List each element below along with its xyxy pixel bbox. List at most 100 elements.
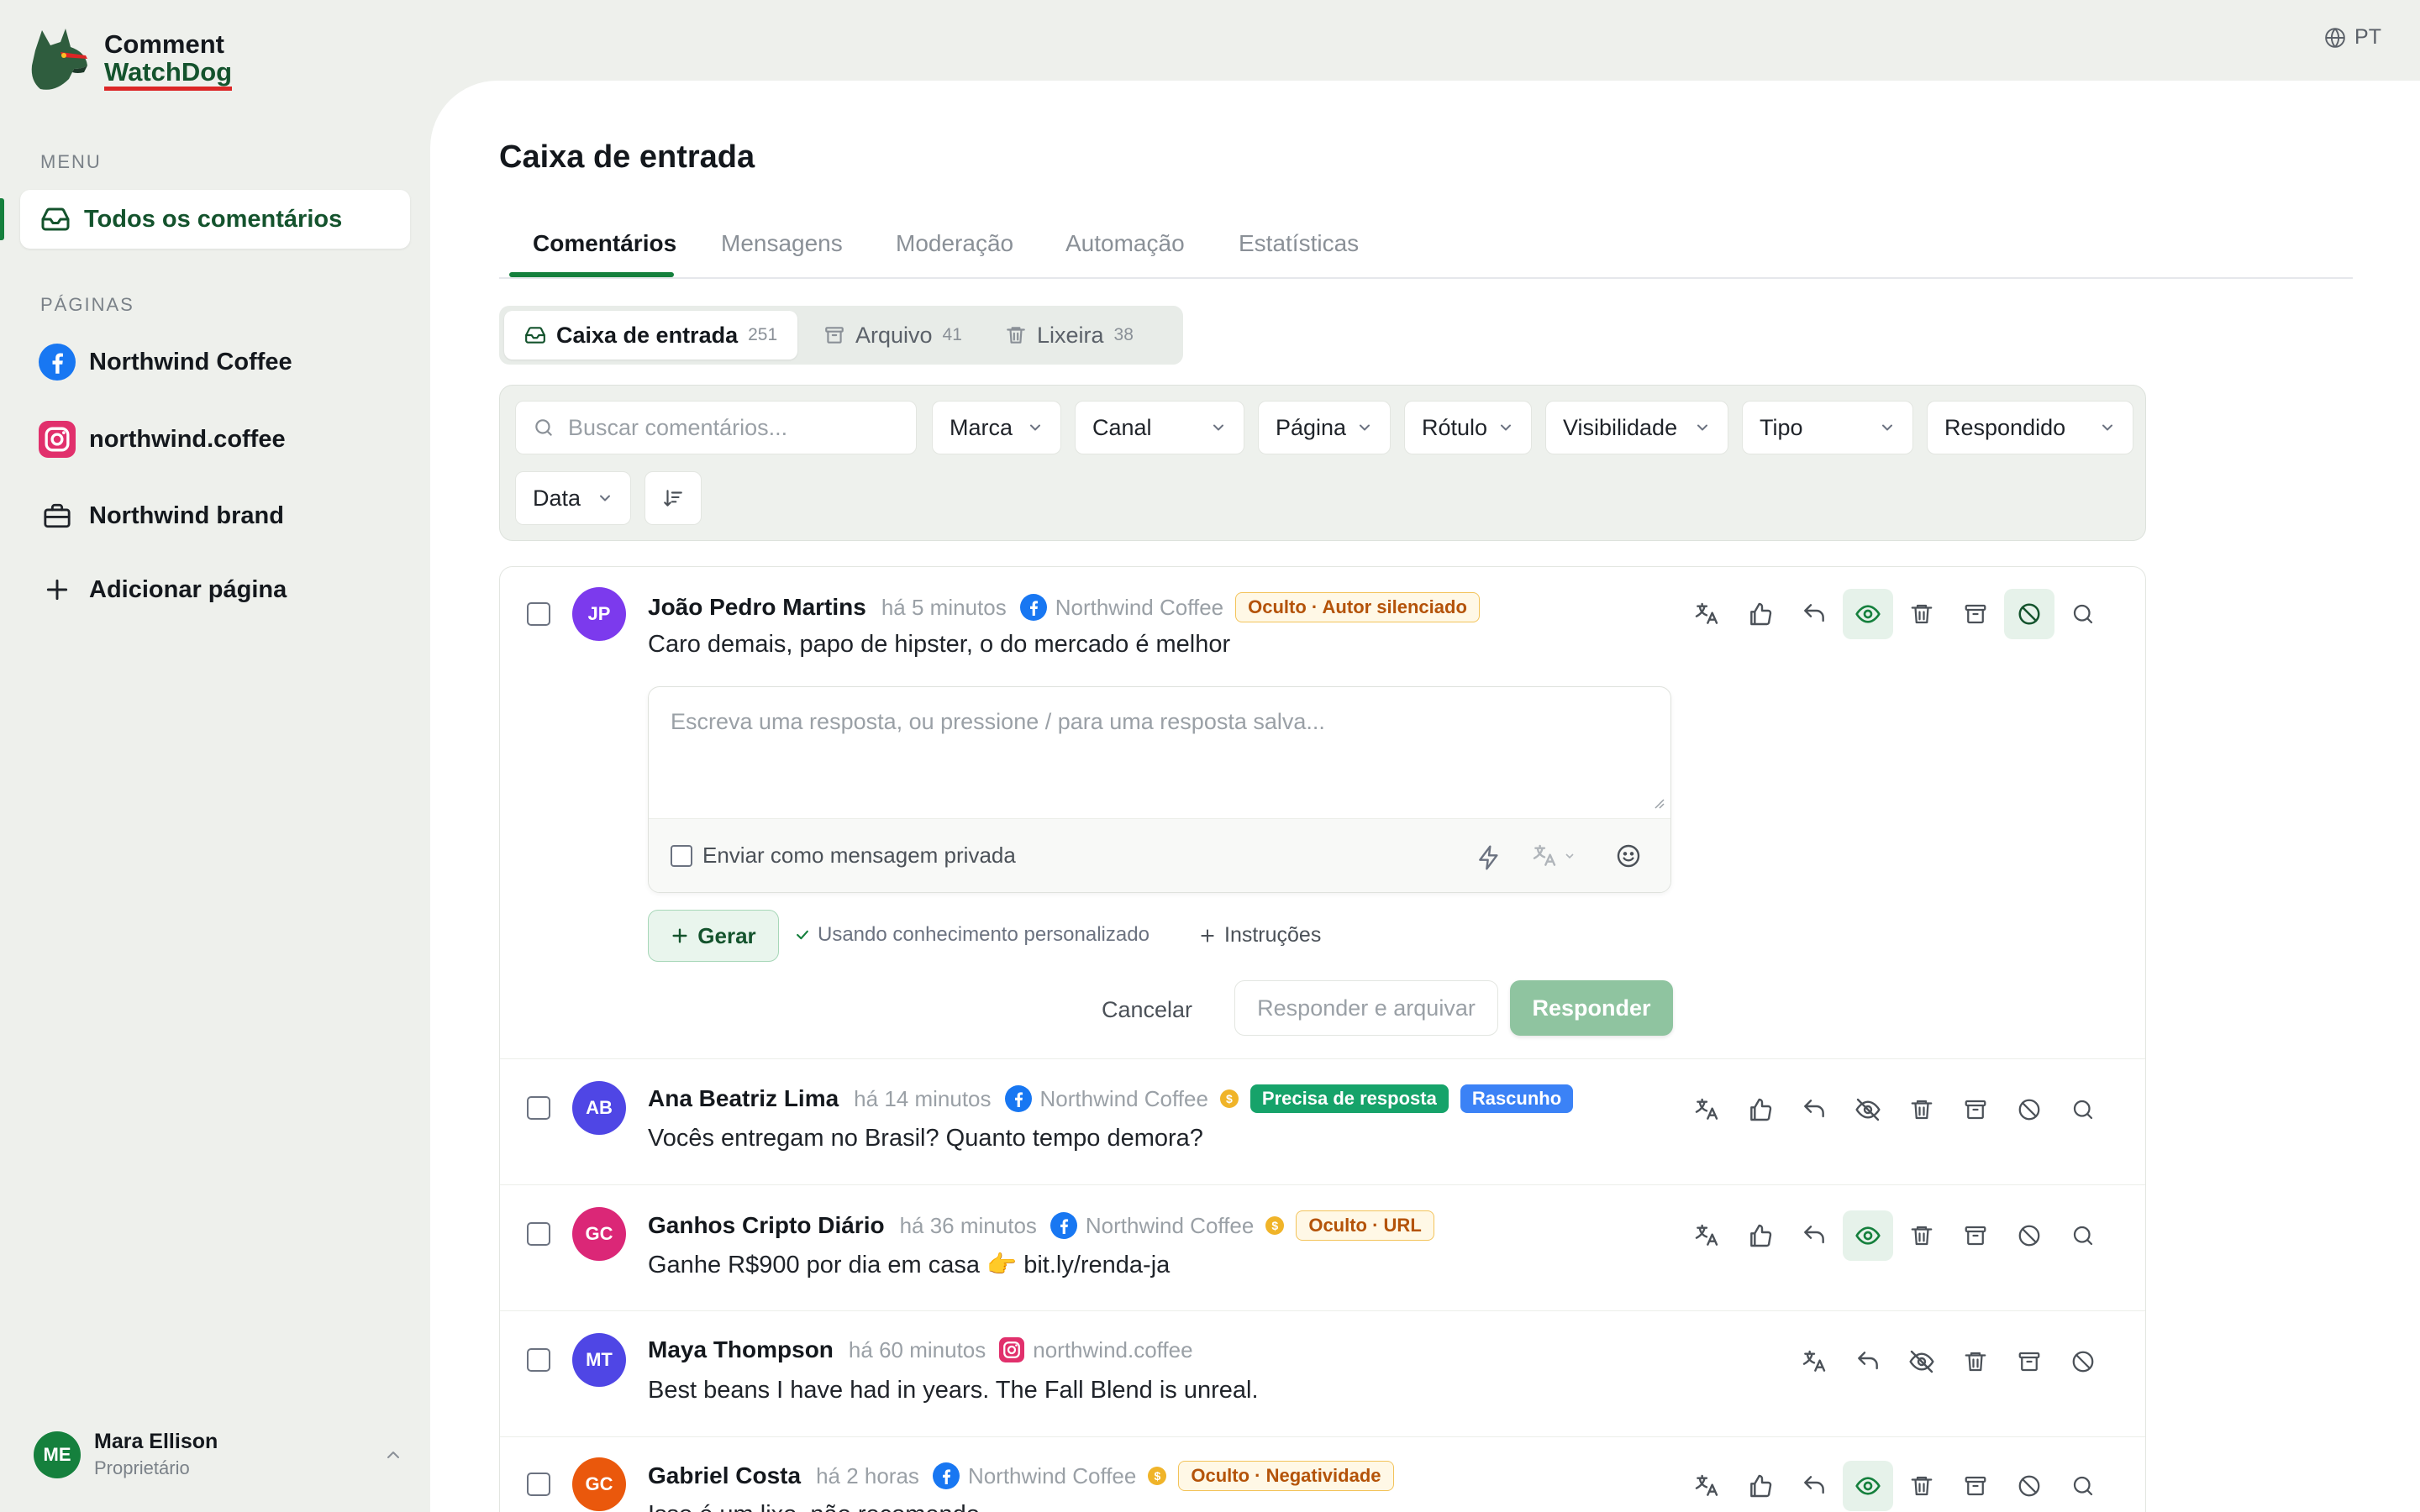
comment-author[interactable]: Maya Thompson	[648, 1336, 834, 1363]
mute-author-button[interactable]	[2058, 1336, 2108, 1387]
archive-button[interactable]	[1950, 1210, 2001, 1261]
reply-button[interactable]	[1789, 589, 1839, 639]
like-button[interactable]	[1735, 589, 1786, 639]
pages-section-label: PÁGINAS	[40, 294, 134, 315]
delete-button[interactable]	[1950, 1336, 2001, 1387]
resize-handle-icon[interactable]	[1650, 795, 1665, 810]
inspect-button[interactable]	[2058, 1084, 2108, 1135]
reply-button[interactable]	[1789, 1084, 1839, 1135]
trash-icon	[1909, 1097, 1934, 1122]
subtab-inbox[interactable]: Caixa de entrada 251	[504, 311, 798, 360]
delete-button[interactable]	[1897, 1210, 1947, 1261]
block-icon	[2070, 1349, 2096, 1374]
reply-button[interactable]	[1843, 1336, 1893, 1387]
hide-button[interactable]	[1897, 1336, 1947, 1387]
inspect-button[interactable]	[2058, 1210, 2108, 1261]
eye-off-icon	[1854, 1096, 1881, 1123]
cancel-button[interactable]: Cancelar	[1088, 984, 1206, 1036]
private-message-toggle[interactable]: Enviar como mensagem privada	[671, 843, 1016, 869]
mute-author-button[interactable]	[2004, 1084, 2054, 1135]
mute-author-button[interactable]	[2004, 1461, 2054, 1511]
reply-button[interactable]	[1789, 1461, 1839, 1511]
translate-button[interactable]	[1681, 1084, 1732, 1135]
mute-author-button[interactable]	[2004, 1210, 2054, 1261]
reply-button[interactable]	[1789, 1210, 1839, 1261]
sidebar-page-northwind-instagram[interactable]: northwind.coffee	[39, 421, 286, 458]
tab-comments[interactable]: Comentários	[533, 230, 676, 257]
hide-button[interactable]	[1843, 1084, 1893, 1135]
comment-author[interactable]: Ganhos Cripto Diário	[648, 1212, 885, 1239]
facebook-icon	[1050, 1212, 1077, 1239]
menu-section-label: MENU	[40, 151, 102, 172]
reply-archive-button[interactable]: Responder e arquivar	[1234, 980, 1498, 1036]
type-filter[interactable]: Tipo	[1742, 401, 1913, 454]
delete-button[interactable]	[1897, 1461, 1947, 1511]
emoji-icon[interactable]	[1615, 843, 1642, 869]
reply-icon	[1801, 1096, 1828, 1123]
label-filter[interactable]: Rótulo	[1404, 401, 1532, 454]
lightning-icon[interactable]	[1476, 844, 1502, 871]
generate-button[interactable]: Gerar	[648, 910, 779, 962]
answered-filter[interactable]: Respondido	[1927, 401, 2133, 454]
translate-button[interactable]	[1681, 589, 1732, 639]
tab-messages[interactable]: Mensagens	[721, 230, 843, 257]
visibility-filter[interactable]: Visibilidade	[1545, 401, 1728, 454]
archive-button[interactable]	[1950, 589, 2001, 639]
tab-moderation[interactable]: Moderação	[896, 230, 1013, 257]
instructions-button[interactable]: Instruções	[1199, 923, 1321, 948]
archive-button[interactable]	[1950, 1084, 2001, 1135]
check-icon	[794, 927, 811, 943]
tab-statistics[interactable]: Estatísticas	[1239, 230, 1359, 257]
inspect-button[interactable]	[2058, 589, 2108, 639]
like-button[interactable]	[1735, 1084, 1786, 1135]
delete-button[interactable]	[1897, 589, 1947, 639]
app-logo[interactable]: Comment WatchDog	[27, 27, 233, 94]
comment-row: MT Maya Thompson há 60 minutos northwind…	[500, 1311, 2145, 1437]
delete-button[interactable]	[1897, 1084, 1947, 1135]
unmute-author-button[interactable]	[2004, 589, 2054, 639]
sidebar-page-northwind-brand[interactable]: Northwind brand	[39, 497, 284, 534]
comment-checkbox[interactable]	[527, 602, 550, 626]
instagram-icon	[999, 1337, 1025, 1362]
inspect-button[interactable]	[2058, 1461, 2108, 1511]
sort-button[interactable]	[644, 471, 702, 525]
unhide-button[interactable]	[1843, 589, 1893, 639]
reply-composer[interactable]: Escreva uma resposta, ou pressione / par…	[648, 686, 1671, 893]
page-filter[interactable]: Página	[1258, 401, 1391, 454]
archive-button[interactable]	[2004, 1336, 2054, 1387]
like-button[interactable]	[1735, 1461, 1786, 1511]
like-button[interactable]	[1735, 1210, 1786, 1261]
block-icon	[2017, 1223, 2042, 1248]
translate-dropdown[interactable]	[1531, 843, 1576, 869]
comment-checkbox[interactable]	[527, 1096, 550, 1120]
private-message-checkbox[interactable]	[671, 844, 692, 867]
subtab-trash[interactable]: Lixeira 38	[985, 311, 1154, 360]
translate-button[interactable]	[1681, 1210, 1732, 1261]
brand-filter[interactable]: Marca	[932, 401, 1061, 454]
date-filter[interactable]: Data	[515, 471, 631, 525]
search-input[interactable]: Buscar comentários...	[515, 401, 917, 454]
user-menu[interactable]: ME Mara Ellison Proprietário	[34, 1430, 403, 1479]
translate-button[interactable]	[1681, 1461, 1732, 1511]
comment-checkbox[interactable]	[527, 1348, 550, 1372]
comment-author[interactable]: Ana Beatriz Lima	[648, 1085, 839, 1112]
translate-button[interactable]	[1789, 1336, 1839, 1387]
comment-meta: João Pedro Martins há 5 minutos Northwin…	[648, 592, 1480, 622]
sidebar-page-northwind-coffee[interactable]: Northwind Coffee	[39, 344, 292, 381]
eye-icon	[1854, 601, 1881, 627]
comment-meta: Ana Beatriz Lima há 14 minutos Northwind…	[648, 1084, 1574, 1113]
comment-author[interactable]: Gabriel Costa	[648, 1462, 801, 1489]
subtab-archive[interactable]: Arquivo 41	[803, 311, 982, 360]
comment-author[interactable]: João Pedro Martins	[648, 594, 866, 621]
sidebar-item-all-comments[interactable]: Todos os comentários	[20, 190, 410, 249]
language-switcher[interactable]: PT	[2324, 25, 2381, 50]
unhide-button[interactable]	[1843, 1210, 1893, 1261]
unhide-button[interactable]	[1843, 1461, 1893, 1511]
tab-automation[interactable]: Automação	[1065, 230, 1185, 257]
add-page-button[interactable]: Adicionar página	[39, 571, 287, 608]
reply-submit-button[interactable]: Responder	[1510, 980, 1673, 1036]
comment-checkbox[interactable]	[527, 1473, 550, 1496]
comment-checkbox[interactable]	[527, 1222, 550, 1246]
channel-filter[interactable]: Canal	[1075, 401, 1244, 454]
archive-button[interactable]	[1950, 1461, 2001, 1511]
